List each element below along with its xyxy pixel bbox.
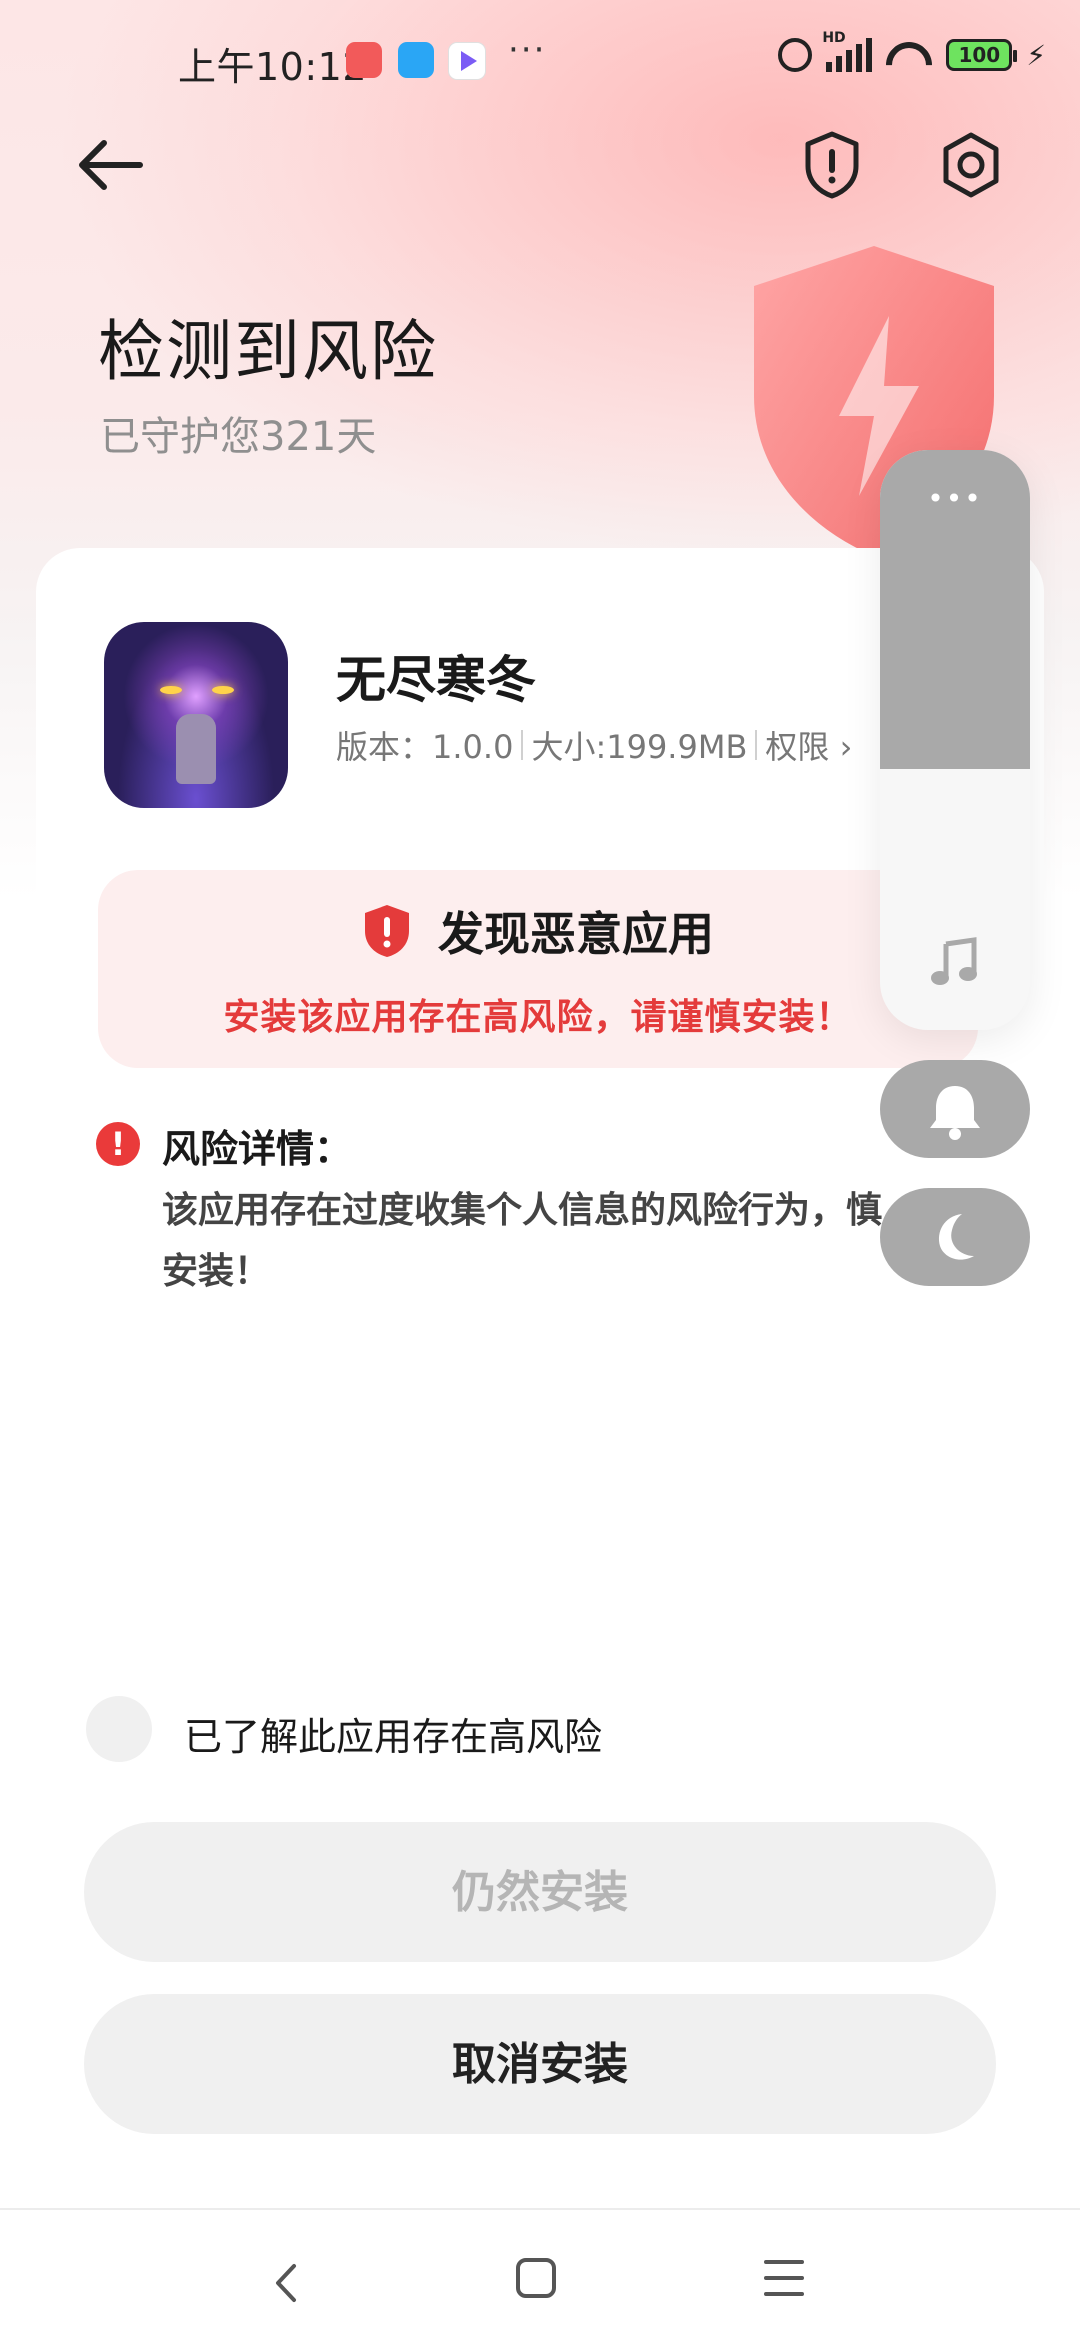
notification-app-icon [346,42,382,78]
alarm-icon [778,38,813,72]
system-navigation-bar [0,2208,1080,2342]
warning-shield-icon [365,905,409,957]
nav-recents-icon[interactable] [764,2260,804,2300]
moon-icon [938,1214,974,1260]
notification-app-icon [448,42,486,80]
back-arrow-icon[interactable] [76,130,146,200]
risk-warning-icon: ! [96,1122,140,1166]
music-note-icon [931,937,977,985]
wifi-icon [886,38,932,72]
alert-title: 发现恶意应用 [438,907,714,961]
nav-home-icon[interactable] [516,2258,556,2298]
ringer-toggle[interactable] [880,1060,1030,1158]
notification-app-icon [398,42,434,78]
do-not-disturb-toggle[interactable] [880,1188,1030,1286]
install-anyway-button[interactable]: 仍然安装 [84,1822,996,1962]
permissions-link[interactable]: 权限 › [765,722,852,768]
app-size: 大小:199.9MB [531,728,748,766]
status-bar: 上午10:12 ··· HD 100 ⚡ [0,0,1080,120]
risk-details-body: 该应用存在过度收集个人信息的风险行为，慎安装！ [162,1190,883,1292]
acknowledge-label[interactable]: 已了解此应用存在高风险 [184,1706,602,1761]
cancel-install-button[interactable]: 取消安装 [84,1994,996,2134]
app-version: 版本：1.0.0 [336,728,514,766]
divider [521,730,524,760]
settings-gear-icon[interactable] [938,130,1004,200]
bell-icon [930,1086,980,1140]
acknowledge-checkbox[interactable] [86,1696,152,1762]
status-time: 上午10:12 [178,45,368,89]
network-type-label: HD [822,30,846,46]
nav-back-icon[interactable] [262,2258,312,2308]
panel-more-icon[interactable]: ••• [880,482,1030,515]
malicious-app-alert: 发现恶意应用 安装该应用存在高风险，请谨慎安装！ [98,870,978,1068]
app-icon [104,622,288,808]
more-notifications-icon: ··· [508,30,547,70]
battery-icon: 100 [946,39,1018,71]
app-name: 无尽寒冬 [336,651,536,709]
cell-signal-icon: HD [822,30,873,72]
page-title: 检测到风险 [98,313,438,390]
risk-details-title: 风险详情： [162,1127,353,1171]
protection-days: 已守护您321天 [100,414,377,460]
app-meta: 版本：1.0.0 大小:199.9MB 权限 › [336,722,852,768]
security-shield-icon[interactable] [802,130,862,200]
alert-message: 安装该应用存在高风险，请谨慎安装！ [223,997,853,1038]
charging-icon: ⚡ [1026,38,1046,72]
divider [755,730,758,760]
volume-slider[interactable]: ••• [880,450,1030,1030]
